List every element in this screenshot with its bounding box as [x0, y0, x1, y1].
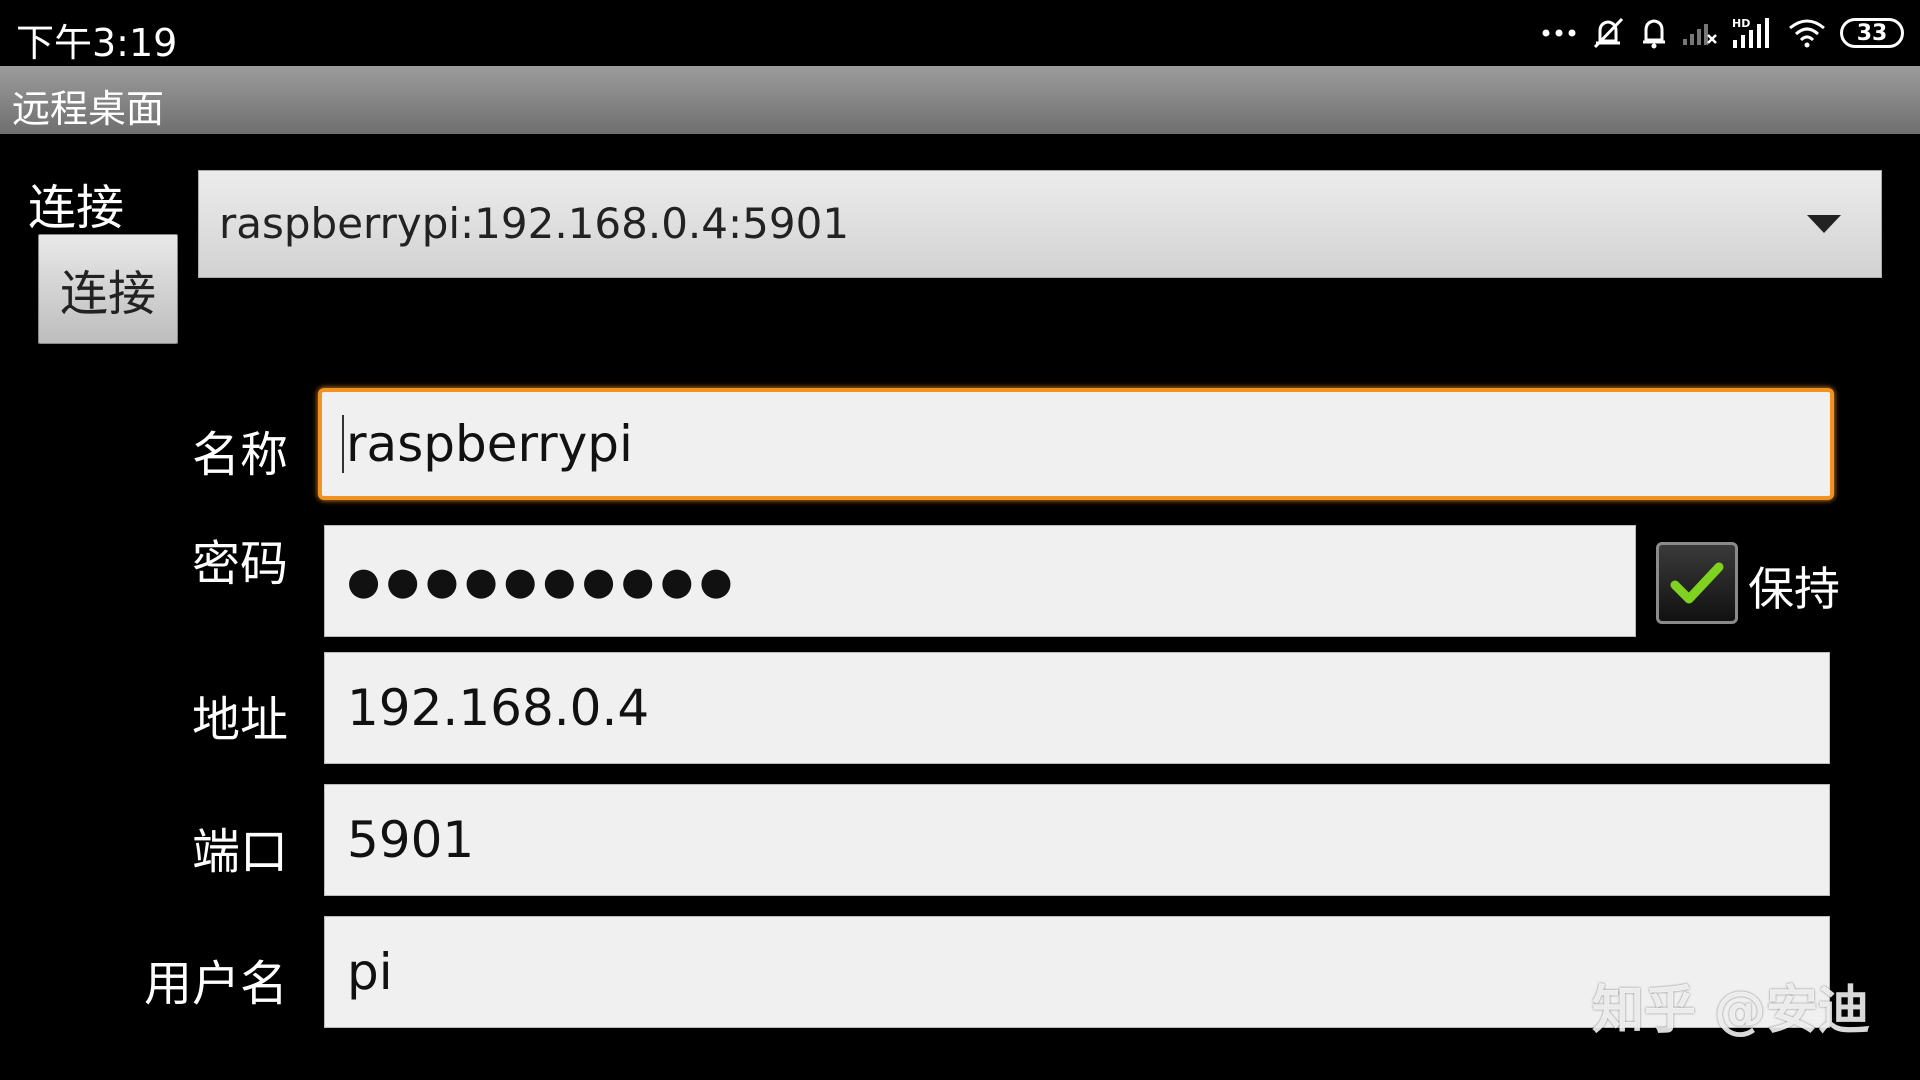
- password-input[interactable]: ●●●●●●●●●●: [324, 525, 1636, 637]
- hd-signal-icon: HD: [1732, 16, 1774, 50]
- name-label: 名称: [191, 427, 288, 483]
- silent-bell-icon: [1590, 15, 1626, 51]
- keep-password-label: 保持: [1748, 562, 1840, 616]
- username-input-value: pi: [347, 943, 393, 1001]
- port-input[interactable]: 5901: [324, 784, 1830, 896]
- status-icons: HD 33: [1542, 10, 1904, 56]
- keep-password-checkbox[interactable]: [1656, 542, 1738, 624]
- name-input-value: raspberrypi: [346, 415, 633, 473]
- connection-dropdown[interactable]: raspberrypi:192.168.0.4:5901: [198, 170, 1882, 278]
- status-bar: 下午3:19 HD 33: [0, 0, 1920, 66]
- name-input[interactable]: raspberrypi: [318, 388, 1834, 500]
- connection-dropdown-value: raspberrypi:192.168.0.4:5901: [219, 199, 850, 248]
- connection-label: 连接: [28, 180, 125, 236]
- port-input-value: 5901: [347, 811, 475, 869]
- port-label: 端口: [191, 824, 288, 880]
- address-input-value: 192.168.0.4: [347, 679, 650, 737]
- checkmark-icon: [1670, 562, 1724, 604]
- connect-button[interactable]: 连接: [38, 234, 178, 344]
- watermark: 知乎 @安迪: [1591, 981, 1870, 1041]
- bell-icon: [1640, 16, 1668, 50]
- dropdown-arrow-icon: [1807, 215, 1841, 233]
- address-label: 地址: [191, 692, 288, 748]
- password-input-value: ●●●●●●●●●●: [347, 559, 739, 603]
- text-cursor: [342, 415, 344, 473]
- address-input[interactable]: 192.168.0.4: [324, 652, 1830, 764]
- password-label: 密码: [191, 536, 288, 592]
- battery-icon: 33: [1840, 18, 1904, 48]
- status-time: 下午3:19: [16, 21, 178, 65]
- username-label: 用户名: [143, 956, 288, 1012]
- signal-x-icon: [1682, 19, 1718, 47]
- title-bar: 远程桌面: [0, 66, 1920, 134]
- screen: 下午3:19 HD 33 远程桌面 连接 连接 raspberrypi:192.…: [0, 0, 1920, 1080]
- svg-text:HD: HD: [1732, 17, 1750, 30]
- app-title: 远程桌面: [12, 87, 165, 131]
- more-dots-icon: [1542, 28, 1576, 38]
- wifi-icon: [1788, 18, 1826, 48]
